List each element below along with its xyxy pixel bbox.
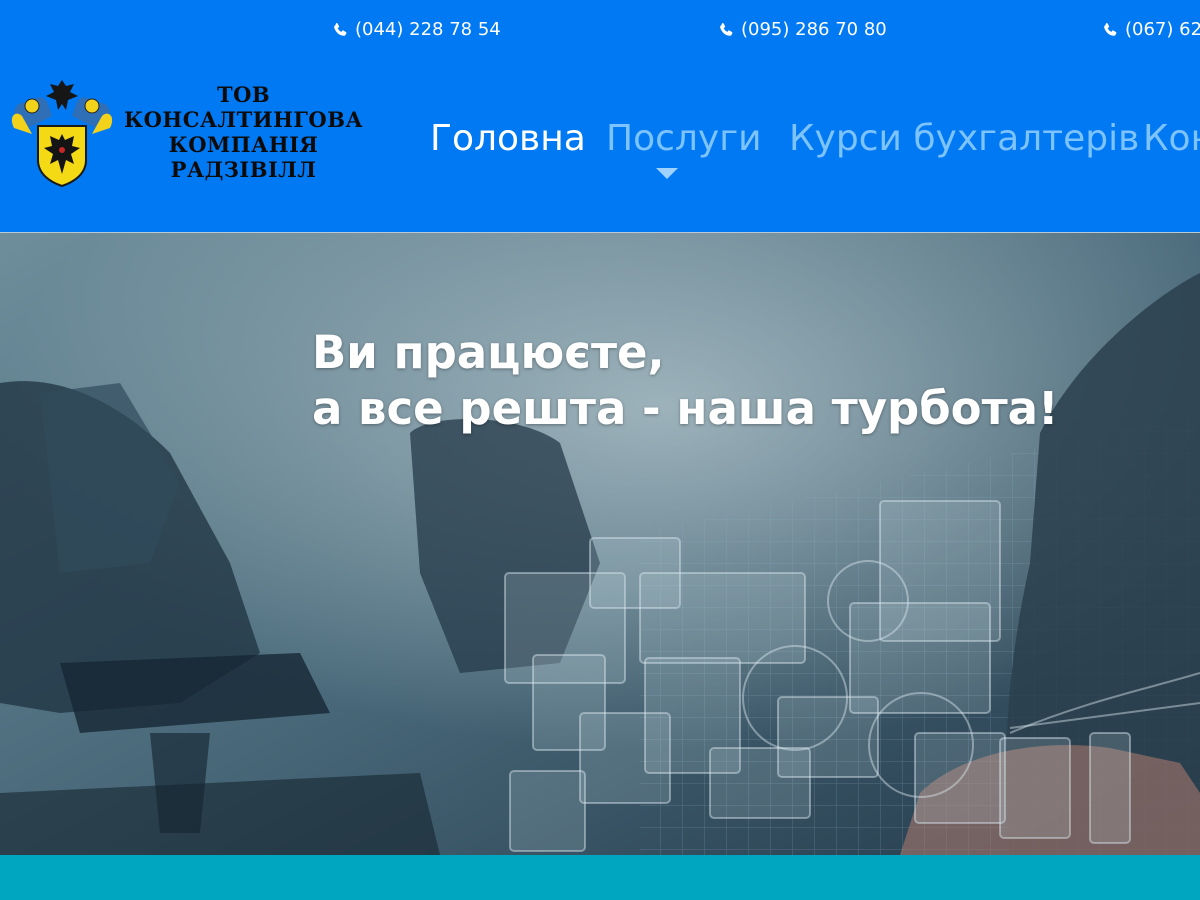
services-dropdown-caret-icon[interactable] xyxy=(656,168,678,179)
phone-number: (044) 228 78 54 xyxy=(355,19,501,40)
main-nav: Головна Послуги Курси бухгалтерів Кон xyxy=(0,118,1200,168)
phone-icon xyxy=(720,22,733,36)
site-header: (044) 228 78 54 (095) 286 70 80 (067) 62 xyxy=(0,0,1200,233)
phone-icon xyxy=(334,22,347,36)
phone-icon xyxy=(1104,22,1117,36)
hero-banner: Ви працюєте, а все решта - наша турбота! xyxy=(0,233,1200,855)
hero-heading-line-2: а все решта - наша турбота! xyxy=(312,382,1059,435)
phone-number: (095) 286 70 80 xyxy=(741,19,887,40)
nav-item-services[interactable]: Послуги xyxy=(606,118,762,159)
phone-number: (067) 62 xyxy=(1125,19,1200,40)
nav-item-home[interactable]: Головна xyxy=(430,118,586,159)
hero-heading: Ви працюєте, а все решта - наша турбота! xyxy=(312,325,1059,437)
logo-line-1: ТОВ xyxy=(216,82,271,107)
bottom-band xyxy=(0,855,1200,900)
phone-bar: (044) 228 78 54 (095) 286 70 80 (067) 62 xyxy=(0,19,1200,45)
phone-link-1[interactable]: (044) 228 78 54 xyxy=(333,19,501,40)
nav-item-courses[interactable]: Курси бухгалтерів xyxy=(789,118,1139,159)
phone-link-2[interactable]: (095) 286 70 80 xyxy=(719,19,887,40)
nav-item-contacts[interactable]: Кон xyxy=(1143,118,1200,159)
phone-link-3[interactable]: (067) 62 xyxy=(1103,19,1200,40)
hero-heading-line-1: Ви працюєте, xyxy=(312,326,665,379)
